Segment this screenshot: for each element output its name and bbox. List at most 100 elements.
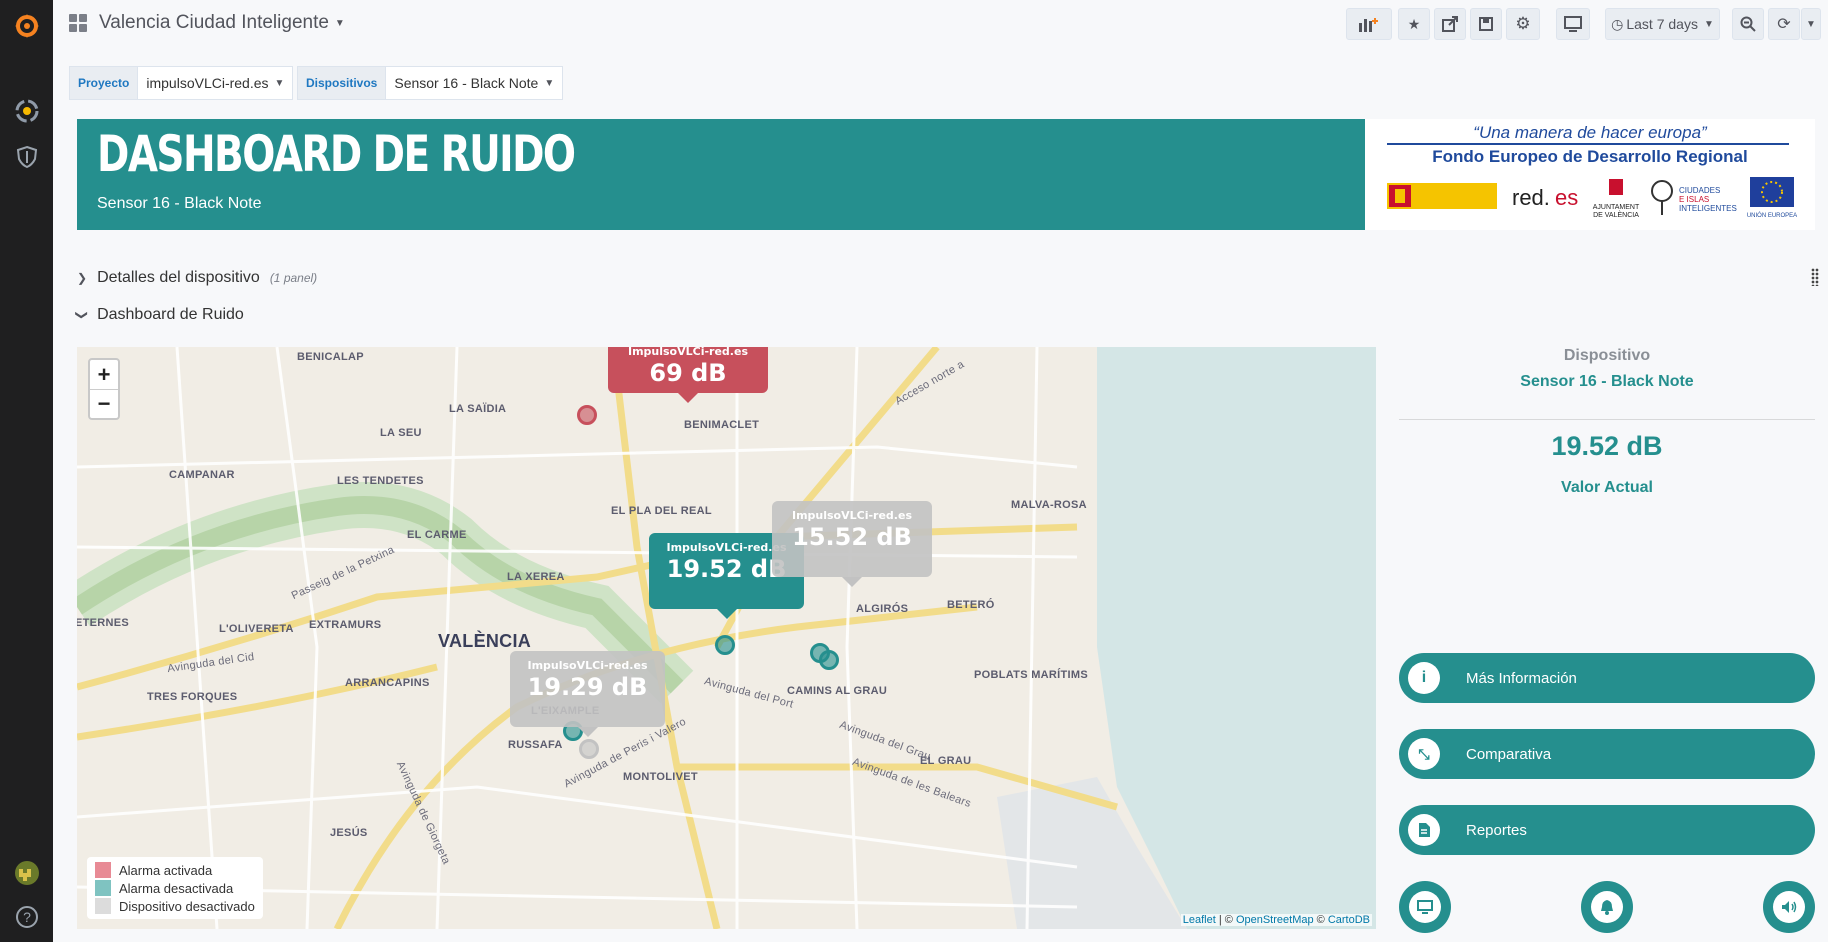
map-label: LA XEREA [507,571,565,583]
legend-swatch [95,880,111,896]
alerts-button[interactable] [1581,881,1633,933]
map-label: ARRANCAPINS [345,677,430,689]
map-label: ETERNES [77,617,130,629]
map-label: MONTOLIVET [623,771,698,783]
sidebar: ? [0,0,53,942]
sensor-marker[interactable] [715,635,735,655]
zoom-in-button[interactable]: + [90,360,118,389]
chevron-down-icon: ❯ [75,309,90,321]
variable-proyecto: Proyecto impulsoVLCi-red.es ▼ [69,66,294,100]
reportes-button[interactable]: Reportes [1399,805,1815,855]
current-value: 19.52 dB [1551,431,1663,461]
tooltip-value: 19.29 dB [527,673,648,701]
svg-text:DE VALÈNCIA: DE VALÈNCIA [1593,210,1639,219]
current-value-label: Valor Actual [1561,479,1653,496]
map-label: VALÈNCIA [438,631,532,651]
variable-dispositivos-label: Dispositivos [297,66,387,100]
svg-text:CIUDADES: CIUDADES [1679,186,1720,195]
grafana-logo-icon[interactable] [0,8,53,44]
sensor-marker[interactable] [579,739,599,759]
shield-icon[interactable] [0,142,53,172]
attribution-separator: © [1313,914,1328,926]
legend-label: Dispositivo desactivado [119,898,255,914]
variable-proyecto-label: Proyecto [69,66,139,100]
map-attribution: Leaflet | © OpenStreetMap © CartoDB [1180,914,1372,926]
row-dashboard-ruido[interactable]: ❯ Dashboard de Ruido [75,297,244,333]
legend-label: Alarma desactivada [119,880,234,896]
add-panel-button[interactable] [1346,8,1392,40]
sensor-tooltip[interactable]: ImpulsoVLCi-red.es 19.29 dB [510,651,665,737]
time-range-picker[interactable]: ◷ Last 7 days ▼ [1605,8,1720,40]
tooltip-arrow [716,609,737,619]
tooltip-title: ImpulsoVLCi-red.es [791,509,912,522]
svg-text:red.: red. [1512,185,1550,210]
zoom-out-icon [1740,16,1756,32]
variable-proyecto-value: impulsoVLCi-red.es [146,75,269,91]
refresh-interval-dropdown[interactable]: ▼ [1801,8,1821,40]
zoom-out-button[interactable]: − [90,389,118,418]
sensor-marker[interactable] [577,405,597,425]
dashboard-title-picker[interactable]: Valencia Ciudad Inteligente ▼ [69,12,345,34]
variable-dispositivos-select[interactable]: Sensor 16 - Black Note ▼ [386,66,564,100]
device-name: Sensor 16 - Black Note [1520,373,1694,390]
divider [1399,419,1815,420]
sensor-tooltip[interactable]: ImpulsoVLCi-red.es 69 dB [608,347,768,403]
drag-handle-icon[interactable] [1811,268,1819,286]
chevron-down-icon: ▼ [1806,18,1816,30]
time-range-label: Last 7 days [1626,16,1698,32]
star-button[interactable]: ★ [1398,8,1430,40]
settings-button[interactable]: ⚙ [1506,8,1540,40]
row-detalles-dispositivo[interactable]: ❯ Detalles del dispositivo (1 panel) [77,260,317,296]
save-button[interactable] [1470,8,1502,40]
sound-button[interactable] [1763,881,1815,933]
legend-label: Alarma activada [119,862,213,878]
row-title: Dashboard de Ruido [97,306,244,323]
refresh-button[interactable]: ⟳ [1768,8,1800,40]
top-navbar: Valencia Ciudad Inteligente ▼ ★ ⚙ ◷ Last… [53,0,1828,52]
caret-down-icon: ▼ [274,77,285,89]
sensor-tooltip[interactable]: ImpulsoVLCi-red.es 15.52 dB [772,501,932,587]
variable-dispositivos: Dispositivos Sensor 16 - Black Note ▼ [297,66,564,100]
map-label: CAMINS AL GRAU [787,685,888,697]
map-label: BENIMACLET [684,419,760,431]
caret-down-icon: ▼ [544,77,555,89]
alerting-plugin-icon[interactable] [0,96,53,126]
legend-swatch [95,862,111,878]
map-label: L'OLIVERETA [219,623,294,635]
banner-subtitle: Sensor 16 - Black Note [97,195,262,212]
legend-item: Alarma activada [95,861,255,879]
map-label: EXTRAMURS [309,619,382,631]
svg-text:AJUNTAMENT: AJUNTAMENT [1593,204,1640,211]
bell-icon [1591,891,1623,923]
osm-link[interactable]: OpenStreetMap [1236,914,1314,926]
legend-swatch [95,898,111,914]
monitor-button[interactable] [1399,881,1451,933]
device-panel: Dispositivo Sensor 16 - Black Note 19.52… [1399,347,1815,933]
svg-text:INTELIGENTES: INTELIGENTES [1679,204,1737,213]
zoom-out-button[interactable] [1732,8,1764,40]
monitor-icon [1409,891,1441,923]
comparativa-button[interactable]: ⤡ Comparativa [1399,729,1815,779]
cartodb-link[interactable]: CartoDB [1328,914,1370,926]
sensor-marker[interactable] [819,650,839,670]
variable-dispositivos-value: Sensor 16 - Black Note [394,75,539,91]
svg-text:E ISLAS: E ISLAS [1679,195,1709,204]
mas-informacion-button[interactable]: i Más Información [1399,653,1815,703]
tooltip-title: ImpulsoVLCi-red.es [627,347,748,358]
speaker-icon [1773,891,1805,923]
leaflet-link[interactable]: Leaflet [1183,914,1216,926]
user-avatar-icon[interactable] [0,858,53,888]
button-label: Reportes [1466,821,1527,839]
help-icon[interactable]: ? [0,902,53,932]
noise-map[interactable]: BENICALAP LA SAÏDIA LA SEU CAMPANAR LES TEND… [77,347,1376,929]
eu-funding-logo: “Una manera de hacer europa” Fondo Europ… [1365,119,1815,230]
refresh-icon: ⟳ [1777,16,1791,33]
legend-item: Dispositivo desactivado [95,897,255,915]
tv-mode-button[interactable] [1556,8,1590,40]
dashboard-banner: DASHBOARD DE RUIDO Sensor 16 - Black Not… [77,119,1365,230]
map-label: EL PLA DEL REAL [611,505,712,517]
document-icon [1408,814,1440,846]
svg-text:es: es [1555,185,1578,210]
variable-proyecto-select[interactable]: impulsoVLCi-red.es ▼ [138,66,294,100]
share-button[interactable] [1434,8,1466,40]
